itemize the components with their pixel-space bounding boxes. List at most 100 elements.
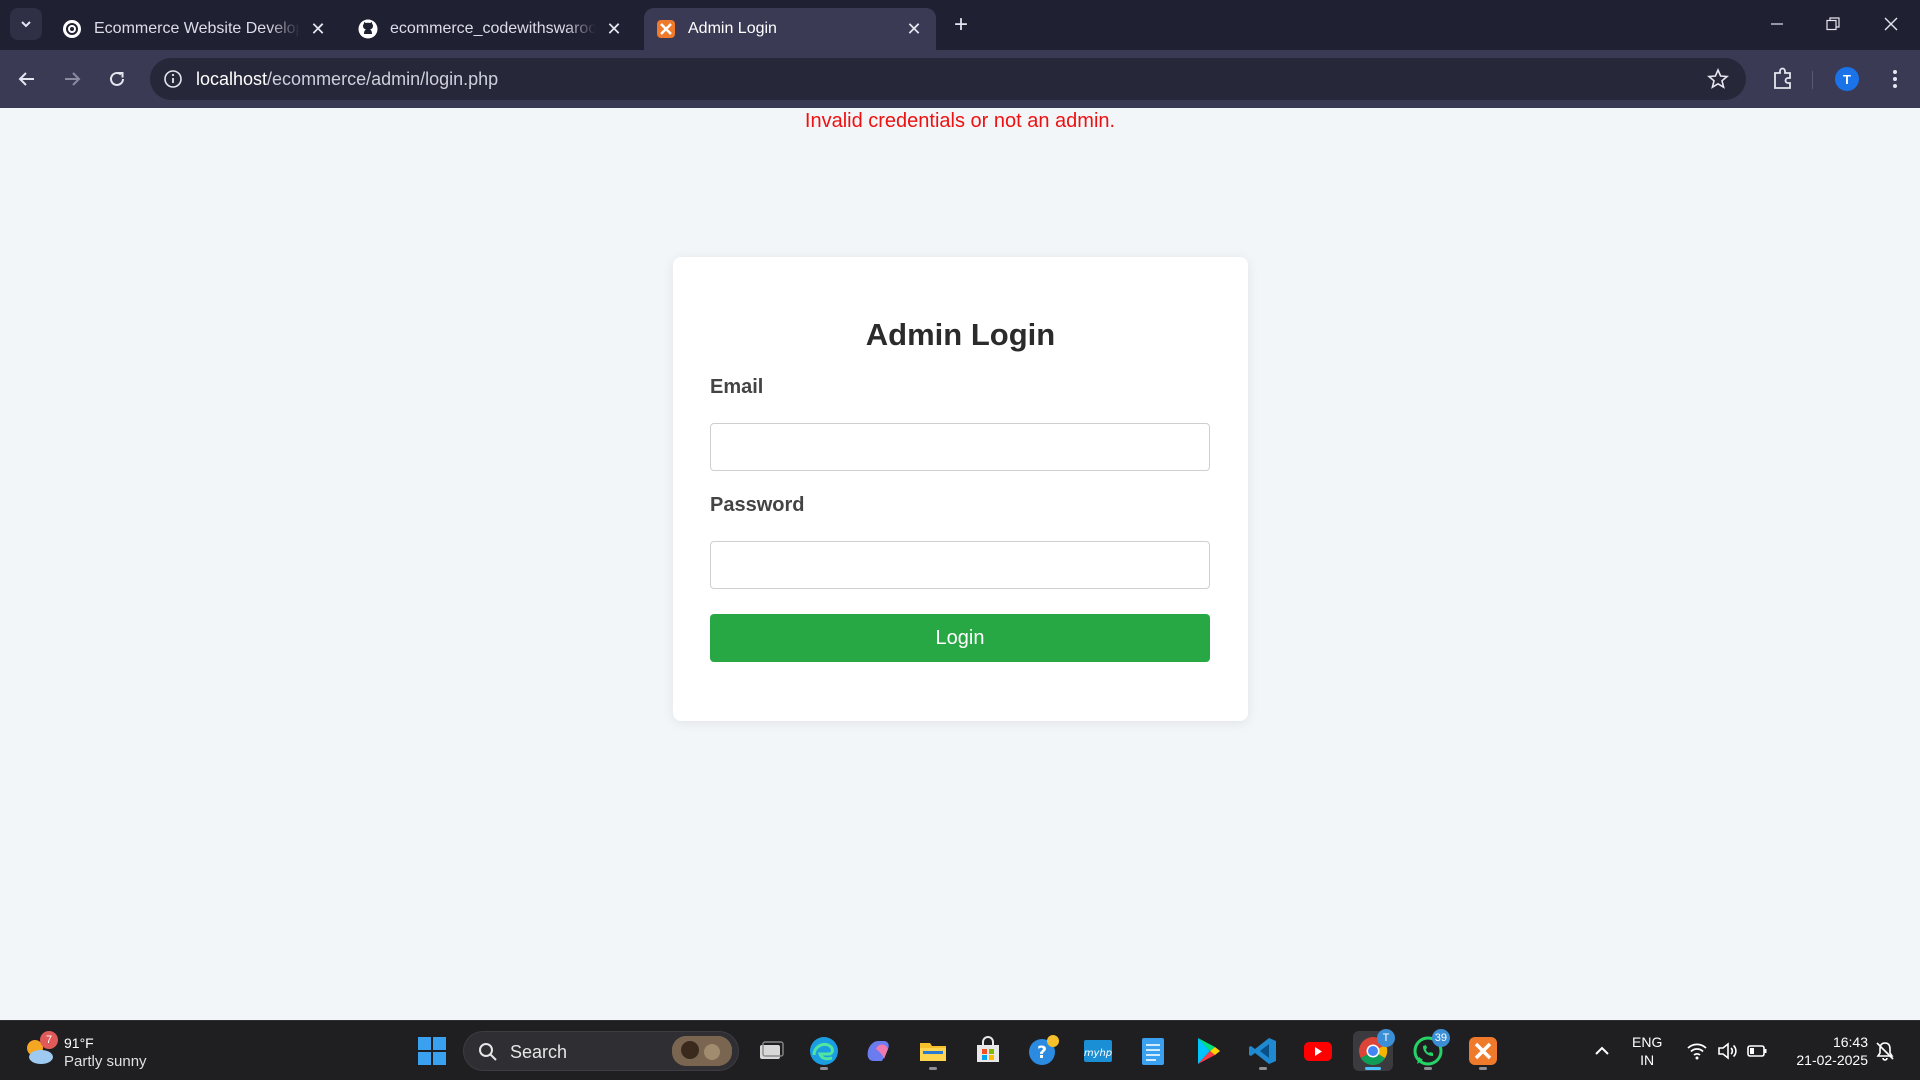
taskbar-search[interactable]: Search [463, 1031, 739, 1071]
wifi-icon[interactable] [1686, 1040, 1708, 1062]
copilot-icon [867, 1041, 889, 1061]
chevron-down-icon [21, 21, 31, 28]
site-info-icon[interactable] [162, 68, 184, 90]
running-indicator [929, 1067, 937, 1070]
ms-store-button[interactable] [968, 1031, 1008, 1071]
search-highlight-image [672, 1036, 732, 1066]
tab-ecommerce-dev[interactable]: Ecommerce Website Developm ✕ [50, 8, 340, 50]
page-title: Admin Login [865, 317, 1056, 352]
clock-date: 21-02-2025 [1796, 1052, 1868, 1068]
language-code: ENG [1632, 1034, 1663, 1050]
task-view-button[interactable] [750, 1031, 790, 1071]
running-indicator [820, 1067, 828, 1070]
running-indicator [1365, 1067, 1381, 1070]
close-window-button[interactable] [1868, 6, 1914, 42]
back-button[interactable] [11, 63, 43, 95]
email-label: Email [710, 376, 764, 398]
reload-button[interactable] [101, 63, 133, 95]
more-menu-icon[interactable] [1880, 64, 1910, 94]
tab-title: ecommerce_codewithswaroop/ [390, 20, 596, 37]
file-explorer-icon [920, 1043, 946, 1061]
edge-button[interactable] [804, 1031, 844, 1071]
whatsapp-button[interactable]: 39 [1408, 1029, 1450, 1071]
page-content: Invalid credentials or not an admin. Adm… [0, 108, 1920, 1020]
volume-icon[interactable] [1716, 1040, 1738, 1062]
password-label: Password [710, 494, 805, 516]
battery-icon[interactable] [1746, 1040, 1768, 1062]
close-icon[interactable]: ✕ [604, 19, 624, 39]
arrow-right-icon [65, 72, 81, 86]
login-card: Admin Login Email Password Login [673, 257, 1248, 721]
forward-button[interactable] [56, 63, 88, 95]
weather-condition: Partly sunny [64, 1053, 147, 1070]
restore-icon [1826, 17, 1840, 31]
notification-bell-icon[interactable] [1874, 1040, 1896, 1062]
close-icon [1884, 17, 1898, 31]
get-help-icon: ? [1029, 1035, 1059, 1065]
url-host: localhost [196, 69, 268, 89]
xampp-icon [656, 19, 676, 39]
profile-avatar[interactable]: T [1835, 67, 1859, 91]
arrow-left-icon [18, 72, 34, 86]
vscode-icon [1249, 1038, 1276, 1064]
xampp-icon [1469, 1037, 1497, 1065]
minimize-button[interactable] [1754, 6, 1800, 42]
chrome-profile-badge: T [1377, 1029, 1395, 1047]
restore-button[interactable] [1810, 6, 1856, 42]
edge-icon [810, 1037, 838, 1065]
email-field[interactable] [710, 423, 1210, 471]
chevron-up-icon[interactable] [1590, 1039, 1614, 1063]
extensions-icon[interactable] [1768, 64, 1798, 94]
weather-widget[interactable]: 7 91°F Partly sunny [22, 1029, 182, 1073]
address-bar[interactable]: localhost/ecommerce/admin/login.php [150, 58, 1746, 100]
copilot-button[interactable] [858, 1031, 898, 1071]
ms-store-icon [977, 1036, 999, 1062]
reload-icon [110, 71, 124, 86]
url-path: /ecommerce/admin/login.php [267, 69, 499, 89]
chatgpt-icon [62, 19, 82, 39]
close-icon[interactable]: ✕ [308, 19, 328, 39]
tab-title: Ecommerce Website Developm [94, 20, 300, 37]
tab-github-repo[interactable]: ecommerce_codewithswaroop/ ✕ [346, 8, 636, 50]
get-help-button[interactable]: ? [1023, 1031, 1063, 1071]
browser-tab-strip: Ecommerce Website Developm ✕ ecommerce_c… [0, 0, 1920, 50]
play-store-button[interactable] [1188, 1031, 1228, 1071]
github-icon [358, 19, 378, 39]
browser-toolbar: localhost/ecommerce/admin/login.php T [0, 50, 1920, 108]
region-code: IN [1640, 1052, 1655, 1068]
vscode-button[interactable] [1243, 1031, 1283, 1071]
close-icon[interactable]: ✕ [904, 19, 924, 39]
system-clock[interactable]: 16:43 21-02-2025 [1783, 1033, 1868, 1069]
weather-alert-badge: 7 [40, 1031, 58, 1049]
toolbar-separator [1812, 71, 1813, 89]
minimize-icon [1771, 23, 1783, 25]
task-view-icon [760, 1041, 784, 1059]
bookmark-star-icon[interactable] [1706, 67, 1730, 91]
weather-temp: 91°F [64, 1035, 94, 1051]
url-text: localhost/ecommerce/admin/login.php [196, 69, 498, 90]
myhp-button[interactable]: myhp [1078, 1031, 1118, 1071]
notepad-icon [1142, 1038, 1164, 1065]
language-indicator[interactable]: ENG IN [1632, 1033, 1662, 1069]
password-field[interactable] [710, 541, 1210, 589]
xampp-button[interactable] [1463, 1031, 1503, 1071]
svg-text:myhp: myhp [1084, 1048, 1112, 1059]
new-tab-button[interactable]: + [948, 11, 974, 38]
start-button[interactable] [412, 1031, 452, 1071]
whatsapp-unread-badge: 39 [1431, 1029, 1450, 1047]
chrome-button[interactable]: T [1353, 1029, 1395, 1071]
tab-search-button[interactable] [10, 8, 42, 40]
youtube-button[interactable] [1298, 1031, 1338, 1071]
clock-time: 16:43 [1832, 1034, 1868, 1050]
error-message: Invalid credentials or not an admin. [804, 110, 1116, 132]
myhp-icon: myhp [1084, 1040, 1112, 1062]
file-explorer-button[interactable] [913, 1031, 953, 1071]
running-indicator [1259, 1067, 1267, 1070]
running-indicator [1424, 1067, 1432, 1070]
tab-admin-login[interactable]: Admin Login ✕ [644, 8, 936, 50]
youtube-icon [1304, 1042, 1332, 1061]
play-store-icon [1198, 1038, 1220, 1064]
login-button[interactable]: Login [710, 614, 1210, 662]
notepad-button[interactable] [1133, 1031, 1173, 1071]
tab-title: Admin Login [688, 20, 777, 37]
